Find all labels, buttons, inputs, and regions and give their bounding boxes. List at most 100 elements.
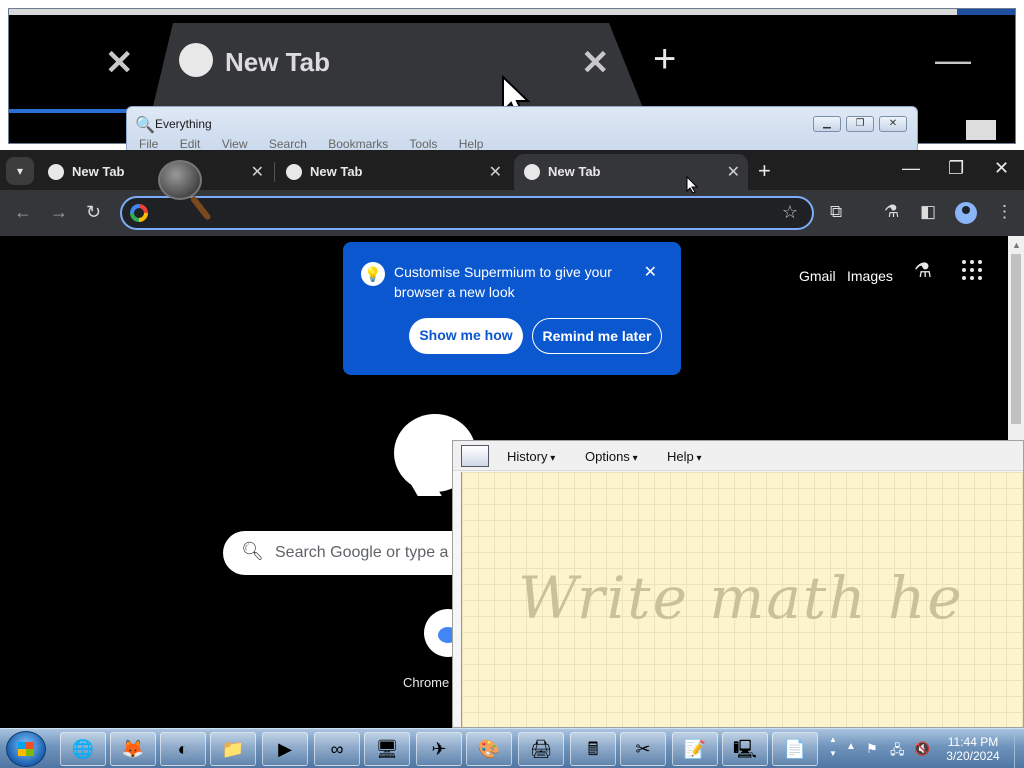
search-icon: 🔍︎ bbox=[241, 541, 264, 561]
tab-strip: ▾ New Tab ✕ New Tab ✕ New Tab ✕ + — ❐ ✕ bbox=[0, 150, 1024, 190]
everything-window[interactable]: 🔍 Everything ▁ ❐ ✕ File Edit View Search… bbox=[126, 106, 918, 156]
magnified-tab-close-icon: ✕ bbox=[581, 44, 610, 82]
search-placeholder: Search Google or type a U bbox=[275, 544, 465, 561]
mouse-cursor-icon bbox=[686, 176, 698, 194]
magnified-minimize-icon: — bbox=[935, 39, 971, 80]
menu-options[interactable]: Options bbox=[585, 449, 638, 464]
extensions-puzzle-icon[interactable]: ⧉ bbox=[830, 202, 842, 222]
show-hidden-icons[interactable]: ▲ bbox=[846, 741, 856, 752]
remind-me-later-button[interactable]: Remind me later bbox=[532, 318, 662, 354]
sticky-notes-icon[interactable]: 📝 bbox=[672, 732, 718, 766]
math-pen-icon bbox=[461, 445, 489, 467]
images-link[interactable]: Images bbox=[847, 268, 893, 284]
google-g-icon bbox=[130, 204, 148, 222]
menu-view[interactable]: View bbox=[222, 137, 248, 151]
lightbulb-icon: 💡 bbox=[361, 262, 385, 286]
browser-icon[interactable]: ◐ bbox=[160, 732, 206, 766]
tab-favicon-icon bbox=[286, 164, 302, 180]
reload-icon[interactable]: ↻ bbox=[86, 202, 101, 223]
tab-label: New Tab bbox=[548, 164, 601, 179]
tab-label: New Tab bbox=[72, 164, 125, 179]
tab-close-icon[interactable]: ✕ bbox=[727, 162, 740, 182]
remote-desktop-icon[interactable]: 🖳 bbox=[722, 732, 768, 766]
magnified-close-icon: ✕ bbox=[105, 44, 134, 82]
paper-plane-icon[interactable]: ✈ bbox=[416, 732, 462, 766]
menu-help[interactable]: Help bbox=[459, 137, 484, 151]
magnifier-lens-icon bbox=[158, 160, 202, 200]
tab-1[interactable]: New Tab ✕ bbox=[38, 154, 272, 190]
tab-search-chevron-down-icon[interactable]: ▾ bbox=[6, 157, 34, 185]
shortcut-label: Chrome bbox=[403, 675, 450, 690]
menu-tools[interactable]: Tools bbox=[409, 137, 437, 151]
minimize-button[interactable]: ▁ bbox=[813, 116, 841, 132]
snipping-icon[interactable]: ✂ bbox=[620, 732, 666, 766]
fax-icon[interactable]: 🖨 bbox=[518, 732, 564, 766]
browser-toolbar: ← → ↻ ☆ ⧉ ⚗ ◧ ⋮ bbox=[0, 190, 1024, 236]
profile-avatar-icon[interactable] bbox=[955, 202, 977, 224]
tab-favicon-icon bbox=[524, 164, 540, 180]
tab-close-icon[interactable]: ✕ bbox=[251, 162, 264, 182]
paint-icon[interactable]: 🎨 bbox=[466, 732, 512, 766]
close-button[interactable]: ✕ bbox=[879, 116, 907, 132]
show-me-how-button[interactable]: Show me how bbox=[409, 318, 523, 354]
customise-promo-bubble: 💡 Customise Supermium to give your brows… bbox=[343, 242, 681, 375]
menu-bookmarks[interactable]: Bookmarks bbox=[328, 137, 388, 151]
menu-edit[interactable]: Edit bbox=[180, 137, 201, 151]
maximize-button[interactable]: ❐ bbox=[846, 116, 874, 132]
labs-flask-icon[interactable]: ⚗ bbox=[884, 202, 899, 222]
bookmark-star-icon[interactable]: ☆ bbox=[782, 202, 798, 223]
tab-label: New Tab bbox=[310, 164, 363, 179]
side-panel-icon[interactable]: ◧ bbox=[920, 202, 936, 222]
menu-kebab-icon[interactable]: ⋮ bbox=[996, 202, 1013, 222]
magnified-new-tab-icon: + bbox=[653, 37, 677, 81]
labs-flask-icon[interactable]: ⚗ bbox=[914, 258, 932, 283]
magnified-favicon-icon bbox=[179, 43, 213, 77]
clock-time: 11:44 PM bbox=[947, 735, 999, 749]
math-hint-text: Write math he bbox=[518, 564, 964, 632]
notepad-icon[interactable]: 📄 bbox=[772, 732, 818, 766]
promo-close-icon[interactable]: ✕ bbox=[644, 262, 657, 282]
windows-taskbar: 🌐 🦊 ◐ 📁 ▶ ∞ 🖥 ✈ 🎨 🖨 🖩 ✂ 📝 🖳 📄 ▲ ▼ ▲ ⚑ 🖧 🔇… bbox=[0, 728, 1024, 768]
magnified-tab-title: New Tab bbox=[225, 47, 330, 77]
google-apps-grid-icon[interactable] bbox=[962, 260, 982, 280]
magnifying-glass-icon: 🔍 bbox=[135, 117, 155, 134]
math-input-panel[interactable]: History Options Help Write math he bbox=[452, 440, 1024, 728]
back-arrow-icon[interactable]: ← bbox=[14, 202, 32, 223]
start-button[interactable] bbox=[6, 731, 46, 767]
everything-menubar: File Edit View Search Bookmarks Tools He… bbox=[139, 137, 501, 151]
scroll-up-icon[interactable]: ▲ bbox=[1012, 240, 1021, 250]
new-tab-plus-icon[interactable]: + bbox=[758, 158, 771, 184]
infinity-icon[interactable]: ∞ bbox=[314, 732, 360, 766]
minimize-icon[interactable]: — bbox=[902, 158, 920, 179]
close-window-icon[interactable]: ✕ bbox=[994, 158, 1009, 179]
show-desktop-button[interactable] bbox=[1014, 729, 1024, 768]
restore-icon[interactable]: ❐ bbox=[948, 158, 964, 179]
volume-muted-icon[interactable]: 🔇 bbox=[914, 741, 930, 757]
menu-file[interactable]: File bbox=[139, 137, 158, 151]
tab-3-active[interactable]: New Tab ✕ bbox=[514, 154, 748, 190]
everything-title: Everything bbox=[155, 117, 212, 131]
calculator-icon[interactable]: 🖩 bbox=[570, 732, 616, 766]
explorer-icon[interactable]: 📁 bbox=[210, 732, 256, 766]
menu-search[interactable]: Search bbox=[269, 137, 307, 151]
action-center-flag-icon[interactable]: ⚑ bbox=[866, 741, 878, 757]
system-clock[interactable]: 11:44 PM 3/20/2024 bbox=[944, 735, 1002, 763]
taskbar-scroll-arrows[interactable]: ▲ ▼ bbox=[827, 733, 839, 761]
scrollbar-thumb[interactable] bbox=[1011, 254, 1021, 424]
ie-icon[interactable]: 🌐 bbox=[60, 732, 106, 766]
tab-close-icon[interactable]: ✕ bbox=[489, 162, 502, 182]
math-writing-area[interactable]: Write math he bbox=[461, 472, 1023, 727]
media-player-icon[interactable]: ▶ bbox=[262, 732, 308, 766]
address-bar[interactable]: ☆ bbox=[120, 196, 814, 230]
promo-text: Customise Supermium to give your browser… bbox=[394, 264, 612, 300]
network-icon[interactable]: 🖧 bbox=[890, 741, 905, 763]
forward-arrow-icon[interactable]: → bbox=[50, 202, 68, 223]
math-menubar: History Options Help bbox=[453, 441, 1023, 471]
network-search-icon[interactable]: 🖥 bbox=[364, 732, 410, 766]
menu-history[interactable]: History bbox=[507, 449, 555, 464]
tab-2[interactable]: New Tab ✕ bbox=[276, 154, 510, 190]
gmail-link[interactable]: Gmail bbox=[799, 268, 836, 284]
firefox-icon[interactable]: 🦊 bbox=[110, 732, 156, 766]
tab-favicon-icon bbox=[48, 164, 64, 180]
menu-help[interactable]: Help bbox=[667, 449, 702, 464]
